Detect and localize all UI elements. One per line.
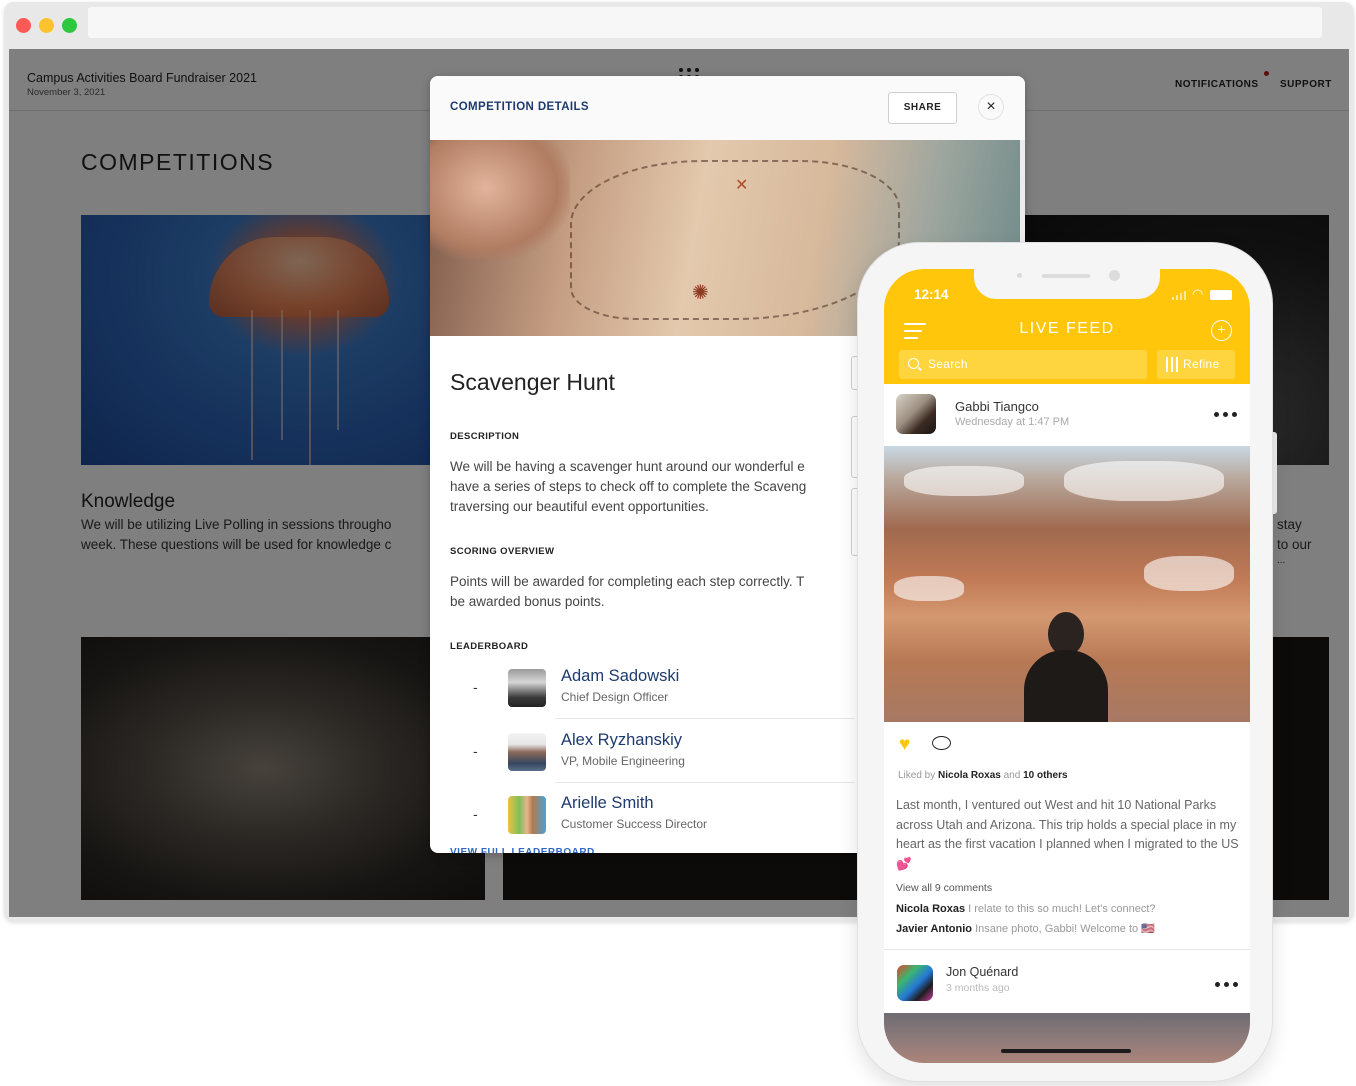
leaderboard-name[interactable]: Adam Sadowski — [561, 667, 679, 686]
description-text: We will be having a scavenger hunt aroun… — [450, 457, 870, 517]
hand-shape — [430, 140, 570, 260]
text-line: have a series of steps to check off to c… — [450, 479, 807, 494]
phone-mockup: 12:14 ◠ LIVE FEED + Search Refine Gabbi … — [857, 242, 1273, 1082]
close-icon[interactable]: × — [978, 94, 1004, 120]
post-timestamp: Wednesday at 1:47 PM — [955, 416, 1070, 428]
post-timestamp: 3 months ago — [946, 982, 1010, 994]
liked-by-and: and — [1003, 770, 1021, 781]
status-icons: ◠ — [1170, 286, 1240, 301]
comment-author[interactable]: Javier Antonio — [896, 923, 972, 935]
refine-button[interactable]: Refine — [1157, 350, 1235, 379]
liked-by-others[interactable]: 10 others — [1023, 770, 1067, 781]
leaderboard-role: VP, Mobile Engineering — [561, 754, 685, 768]
leaderboard-rank: - — [473, 806, 478, 822]
description-label: DESCRIPTION — [450, 431, 520, 442]
text-line: Points will be awarded for completing ea… — [450, 574, 805, 589]
wifi-icon: ◠ — [1192, 286, 1204, 301]
person-silhouette — [1024, 612, 1108, 722]
avatar[interactable] — [897, 965, 933, 1001]
liked-by-prefix: Liked by — [898, 770, 936, 781]
sliders-icon — [1166, 357, 1179, 372]
more-options-icon[interactable] — [1215, 982, 1239, 988]
leaderboard-role: Customer Success Director — [561, 817, 708, 831]
share-button[interactable]: SHARE — [888, 92, 957, 124]
scoring-overview-label: SCORING OVERVIEW — [450, 546, 555, 557]
comment-text: Insane photo, Gabbi! Welcome to 🇺🇸 — [975, 923, 1155, 935]
window-minimize-button[interactable] — [39, 18, 54, 33]
heart-icon[interactable]: ♥ — [899, 735, 910, 754]
scoring-overview-text: Points will be awarded for completing ea… — [450, 572, 870, 612]
add-post-icon[interactable]: + — [1211, 320, 1232, 341]
avatar — [508, 796, 546, 834]
avatar — [508, 669, 546, 707]
post-divider — [884, 949, 1250, 950]
signal-icon — [1172, 291, 1188, 300]
leaderboard-name[interactable]: Alex Ryzhanskiy — [561, 731, 682, 750]
comment: Nicola Roxas I relate to this so much! L… — [896, 903, 1156, 915]
liked-by[interactable]: Liked by Nicola Roxas and 10 others — [898, 770, 1068, 781]
snow-patch — [904, 466, 1024, 496]
comment-icon[interactable] — [932, 736, 951, 750]
front-camera — [1109, 270, 1120, 281]
post-photo[interactable] — [884, 1013, 1250, 1063]
browser-chrome — [4, 2, 1354, 48]
avatar[interactable] — [896, 394, 936, 434]
home-indicator[interactable] — [1001, 1049, 1131, 1053]
post-header: Gabbi Tiangco Wednesday at 1:47 PM — [884, 384, 1250, 446]
leaderboard-name[interactable]: Arielle Smith — [561, 794, 654, 813]
comment-text: I relate to this so much! Let's connect? — [968, 903, 1156, 915]
sensor — [1017, 273, 1022, 278]
liked-by-name[interactable]: Nicola Roxas — [938, 770, 1001, 781]
marketing-composite: Campus Activities Board Fundraiser 2021 … — [0, 0, 1356, 1086]
leaderboard-row[interactable]: - Arielle Smith Customer Success Directo… — [430, 794, 855, 853]
post-author[interactable]: Jon Quénard — [946, 965, 1018, 979]
phone-notch — [974, 269, 1160, 299]
snow-patch — [894, 576, 964, 601]
comment: Javier Antonio Insane photo, Gabbi! Welc… — [896, 922, 1155, 935]
address-bar[interactable] — [88, 7, 1322, 38]
search-placeholder: Search — [928, 357, 968, 371]
avatar — [508, 733, 546, 771]
row-divider — [555, 782, 855, 783]
view-full-leaderboard-link[interactable]: VIEW FULL LEADERBOARD — [450, 847, 595, 853]
snow-patch — [1064, 461, 1224, 501]
window-close-button[interactable] — [16, 18, 31, 33]
map-compass-mark: ✺ — [692, 282, 709, 304]
leaderboard-row[interactable]: - Adam Sadowski Chief Design Officer — [430, 667, 855, 732]
modal-title: COMPETITION DETAILS — [450, 101, 589, 113]
modal-header: COMPETITION DETAILS SHARE × — [430, 76, 1025, 140]
leaderboard-label: LEADERBOARD — [450, 641, 529, 652]
view-all-comments-link[interactable]: View all 9 comments — [896, 882, 992, 894]
post-author[interactable]: Gabbi Tiangco — [955, 399, 1039, 414]
post-photo[interactable] — [884, 446, 1250, 722]
text-line: traversing our beautiful event opportuni… — [450, 499, 709, 514]
text-line: We will be having a scavenger hunt aroun… — [450, 459, 805, 474]
map-x-mark: ✕ — [735, 177, 749, 194]
status-time: 12:14 — [914, 287, 949, 302]
row-divider — [555, 718, 855, 719]
window-maximize-button[interactable] — [62, 18, 77, 33]
leaderboard-row[interactable]: - Alex Ryzhanskiy VP, Mobile Engineering — [430, 731, 855, 796]
text-line: be awarded bonus points. — [450, 594, 605, 609]
search-input[interactable]: Search — [899, 350, 1147, 379]
person-body — [1024, 650, 1108, 722]
battery-icon — [1210, 290, 1232, 300]
post-caption: Last month, I ventured out West and hit … — [896, 798, 1239, 871]
feed-title: LIVE FEED — [1019, 320, 1115, 337]
leaderboard-role: Chief Design Officer — [561, 690, 669, 704]
more-options-icon[interactable] — [1214, 412, 1238, 418]
search-icon — [908, 358, 919, 369]
leaderboard-rank: - — [473, 679, 478, 695]
snow-patch — [1144, 556, 1234, 591]
competition-name: Scavenger Hunt — [450, 369, 615, 395]
refine-label: Refine — [1183, 357, 1220, 371]
leaderboard-rank: - — [473, 743, 478, 759]
comment-author[interactable]: Nicola Roxas — [896, 903, 965, 915]
post-actions: ♥ — [884, 722, 1250, 762]
speaker — [1042, 274, 1090, 278]
phone-screen: 12:14 ◠ LIVE FEED + Search Refine Gabbi … — [884, 269, 1250, 1063]
